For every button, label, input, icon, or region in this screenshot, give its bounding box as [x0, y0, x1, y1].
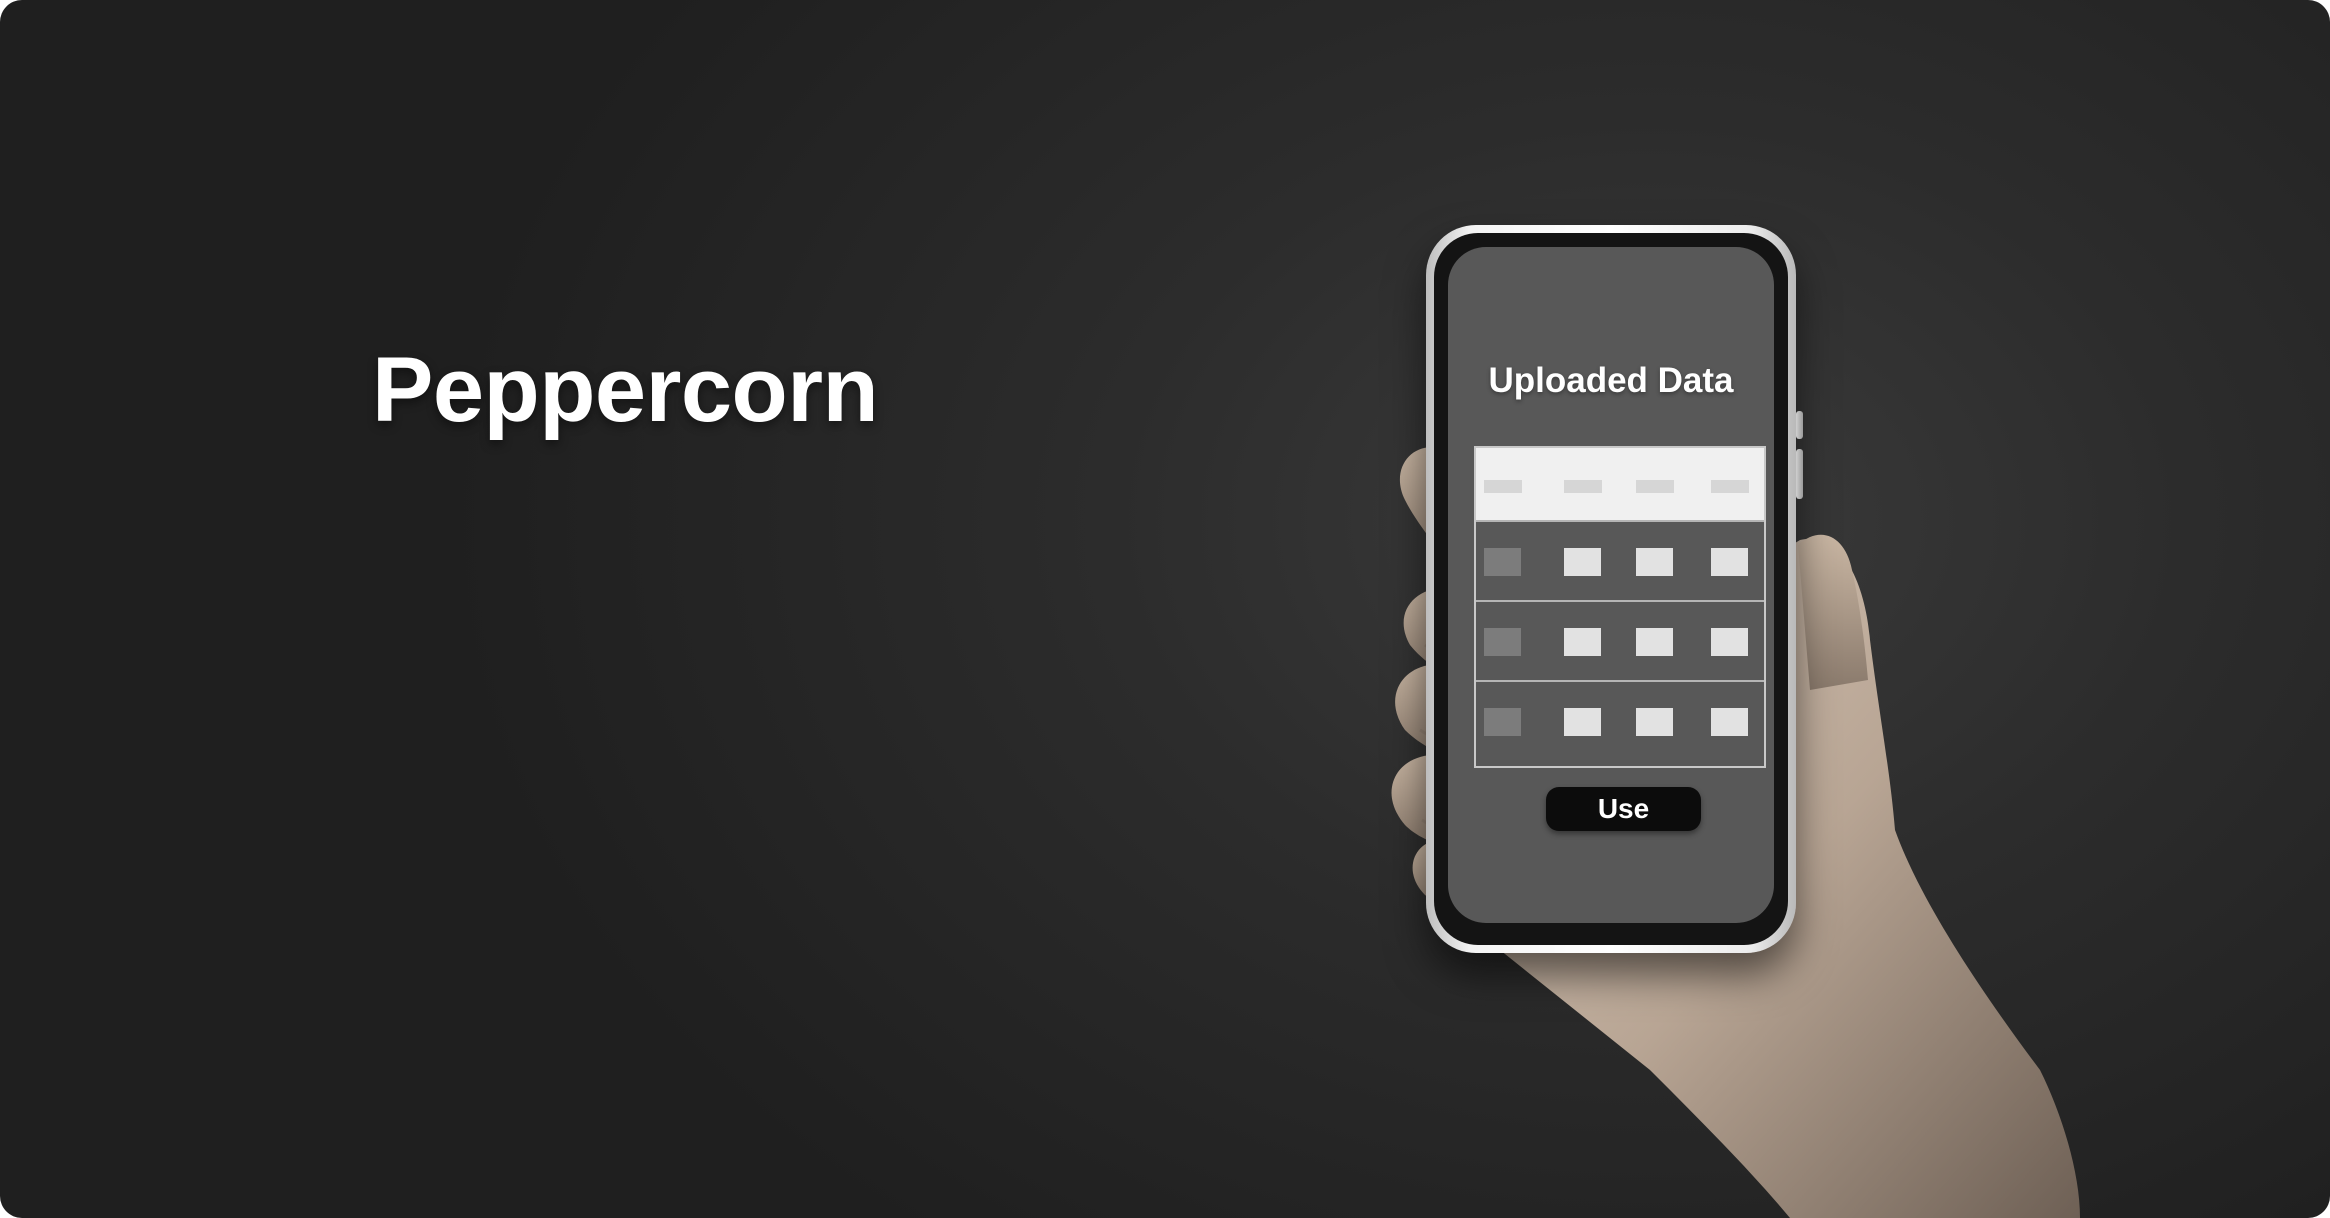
table-row[interactable] — [1476, 600, 1764, 680]
phone-side-button — [1796, 411, 1803, 439]
row-cell-placeholder — [1711, 708, 1748, 736]
header-cell-placeholder — [1564, 480, 1602, 493]
phone-side-button — [1796, 449, 1803, 499]
table-header-row — [1476, 448, 1764, 520]
table-row[interactable] — [1476, 680, 1764, 760]
row-key-cell-placeholder — [1484, 708, 1521, 736]
row-cell-placeholder — [1564, 628, 1601, 656]
row-cell-placeholder — [1711, 548, 1748, 576]
row-cell-placeholder — [1564, 708, 1601, 736]
header-cell-placeholder — [1636, 480, 1674, 493]
screen-title: Uploaded Data — [1488, 361, 1734, 400]
row-cell-placeholder — [1636, 548, 1673, 576]
use-button[interactable]: Use — [1546, 787, 1701, 831]
header-cell-placeholder — [1484, 480, 1522, 493]
header-cell-placeholder — [1711, 480, 1749, 493]
row-cell-placeholder — [1564, 548, 1601, 576]
phone-bezel: Uploaded Data Use — [1434, 233, 1788, 945]
row-key-cell-placeholder — [1484, 548, 1521, 576]
brand-title: Peppercorn — [372, 339, 879, 441]
row-key-cell-placeholder — [1484, 628, 1521, 656]
row-cell-placeholder — [1636, 628, 1673, 656]
row-cell-placeholder — [1636, 708, 1673, 736]
table-row[interactable] — [1476, 520, 1764, 600]
smartphone: Uploaded Data Use — [1426, 225, 1803, 953]
phone-screen: Uploaded Data Use — [1448, 247, 1774, 923]
row-cell-placeholder — [1711, 628, 1748, 656]
hero-banner: Peppercorn Uploaded Data Use — [0, 0, 2330, 1218]
uploaded-data-table — [1474, 446, 1766, 768]
